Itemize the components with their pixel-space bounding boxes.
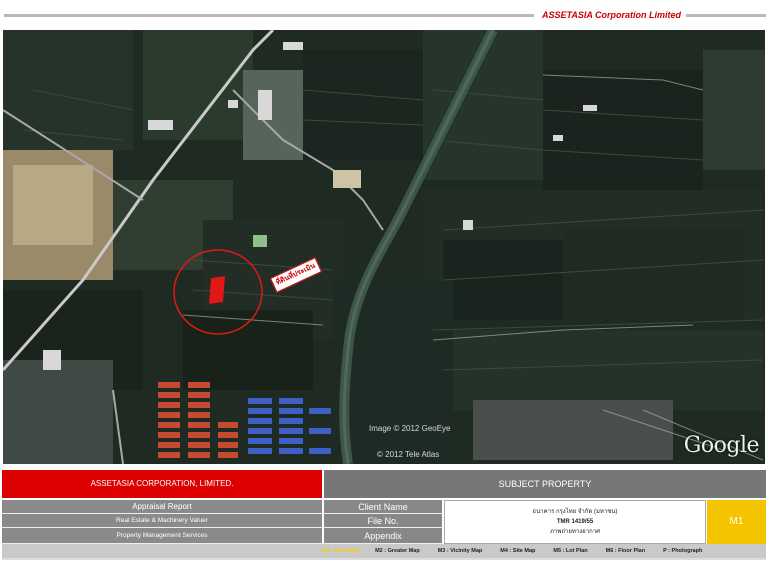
nav-floor-plan[interactable]: M6 : Floor Plan — [588, 548, 645, 554]
appendix-value: ภาพถ่ายทางอากาศ — [550, 529, 600, 535]
appendix-label: Appendix — [324, 528, 442, 544]
imagery-credit: Image © 2012 GeoEye — [369, 424, 451, 433]
header-rule — [4, 14, 534, 17]
satellite-image — [3, 30, 765, 464]
service-appraisal: Appraisal Report — [2, 500, 322, 514]
client-name-value: ธนาคาร กรุงไทย จำกัด (มหาชน) — [532, 509, 618, 515]
header-bar: ASSETASIA Corporation Limited — [0, 0, 768, 30]
footer-rule — [2, 558, 766, 560]
nav-vicinity-map[interactable]: M3 : Vicinity Map — [420, 548, 483, 554]
file-no-label: File No. — [324, 514, 442, 528]
report-footer: ASSETASIA CORPORATION, LIMITED. SUBJECT … — [0, 470, 768, 576]
service-valuer: Real Estate & Machinery Valuer — [2, 514, 322, 528]
nav-site-map[interactable]: M4 : Site Map — [482, 548, 535, 554]
subject-property-box: ธนาคาร กรุงไทย จำกัด (มหาชน) TMR 1419/55… — [444, 500, 706, 544]
service-management: Property Management Services — [2, 528, 322, 544]
map-data-credit: © 2012 Tele Atlas — [377, 450, 440, 459]
nav-area-map[interactable]: M1 : Area Map — [2, 548, 359, 554]
nav-lot-plan[interactable]: M5 : Lot Plan — [535, 548, 587, 554]
subject-property-heading: SUBJECT PROPERTY — [324, 470, 766, 498]
map-nav-bar: M1 : Area Map M2 : Greater Map M3 : Vici… — [2, 544, 766, 558]
client-name-label: Client Name — [324, 500, 442, 514]
google-logo: Google — [683, 433, 760, 458]
nav-photograph[interactable]: P : Photograph — [645, 548, 702, 554]
nav-greater-map[interactable]: M2 : Greater Map — [359, 548, 420, 554]
company-title: ASSETASIA Corporation Limited — [534, 8, 766, 23]
file-no-value: TMR 1419/55 — [556, 519, 594, 525]
aerial-map[interactable]: ที่ดินที่ประเมิน Image © 2012 GeoEye © 2… — [3, 30, 765, 464]
company-name-bar: ASSETASIA CORPORATION, LIMITED. — [2, 470, 322, 498]
map-number-badge: M1 — [707, 500, 766, 544]
